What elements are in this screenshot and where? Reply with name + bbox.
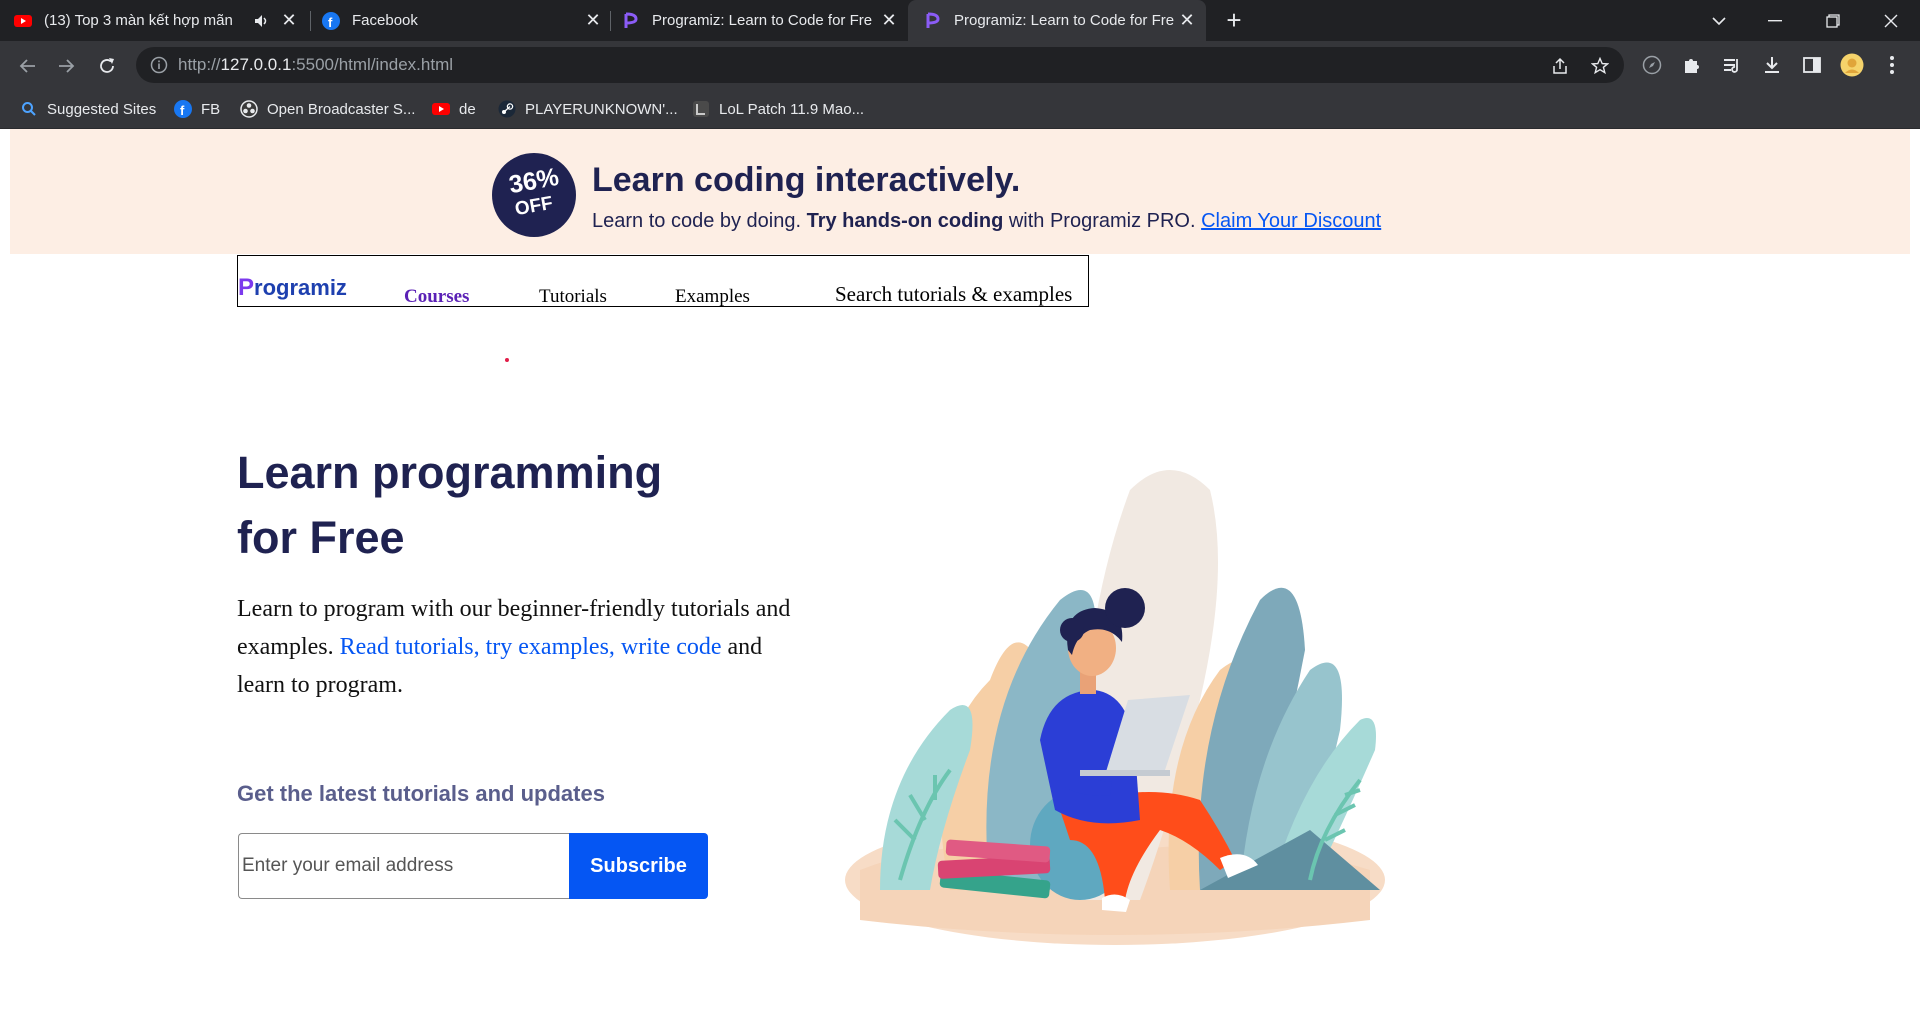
- bookmark-obs[interactable]: Open Broadcaster S...: [240, 98, 415, 120]
- side-panel-icon: [1803, 57, 1821, 73]
- promo-banner: 36% OFF Learn coding interactively. Lear…: [10, 129, 1910, 254]
- close-icon: [1884, 14, 1898, 27]
- close-window-button[interactable]: [1866, 0, 1916, 41]
- svg-text:f: f: [180, 103, 185, 118]
- forward-arrow-icon: [59, 59, 75, 73]
- downloads-button[interactable]: [1760, 53, 1784, 77]
- back-arrow-icon: [19, 59, 35, 73]
- restore-icon: [1826, 13, 1840, 28]
- youtube-icon: [14, 14, 32, 27]
- bookmark-suggested-sites[interactable]: Suggested Sites: [20, 98, 156, 120]
- back-button[interactable]: [14, 53, 40, 79]
- email-field[interactable]: [238, 833, 569, 899]
- download-icon: [1765, 57, 1779, 73]
- bookmark-label: LoL Patch 11.9 Mao...: [719, 100, 865, 118]
- read-tutorials-link[interactable]: Read tutorials, try examples, write code: [340, 634, 722, 660]
- bookmark-de[interactable]: de: [432, 98, 476, 120]
- subscribe-button[interactable]: Subscribe: [569, 833, 708, 899]
- hero-description: Learn to program with our beginner-frien…: [237, 596, 791, 698]
- tab-programiz-active[interactable]: Programiz: Learn to Code for Free ✕: [908, 0, 1206, 41]
- close-icon[interactable]: ✕: [880, 11, 898, 29]
- tab-separator: [310, 11, 311, 31]
- nav-tutorials-link[interactable]: Tutorials: [539, 286, 607, 308]
- site-navbar: Programiz Courses Tutorials Examples Sea…: [237, 255, 1089, 307]
- programiz-logo[interactable]: Programiz: [238, 274, 347, 302]
- minimize-button[interactable]: [1750, 0, 1800, 41]
- forward-button[interactable]: [54, 53, 80, 79]
- lol-icon: [693, 101, 709, 117]
- chevron-down-icon: [1712, 16, 1726, 25]
- bookmarks-bar: Suggested Sites f FB Open Broadcaster S.…: [0, 90, 1920, 129]
- tab-title: Programiz: Learn to Code for Free: [652, 12, 872, 29]
- banner-subtitle: Learn to code by doing. Try hands-on cod…: [592, 210, 1382, 232]
- tab-title: Facebook: [352, 12, 418, 29]
- tab-programiz[interactable]: Programiz: Learn to Code for Free ✕: [622, 0, 908, 41]
- menu-button[interactable]: [1880, 53, 1904, 77]
- restore-button[interactable]: [1808, 0, 1858, 41]
- youtube-icon: [432, 103, 450, 115]
- bookmark-pubg[interactable]: PLAYERUNKNOWN'...: [498, 98, 678, 120]
- speaker-icon[interactable]: [254, 13, 270, 29]
- bookmark-label: FB: [201, 100, 221, 118]
- nav-courses-link[interactable]: Courses: [404, 286, 469, 308]
- playlist-icon: [1724, 59, 1738, 73]
- reload-button[interactable]: [94, 53, 120, 79]
- media-controls-button[interactable]: [1720, 53, 1744, 77]
- close-icon[interactable]: ✕: [584, 11, 602, 29]
- close-icon[interactable]: ✕: [280, 11, 298, 29]
- claim-discount-link[interactable]: Claim Your Discount: [1201, 210, 1381, 232]
- address-bar[interactable]: http://127.0.0.1:5500/html/index.html: [136, 47, 1624, 83]
- tab-title: Programiz: Learn to Code for Free: [954, 12, 1174, 29]
- programiz-icon: [624, 12, 638, 28]
- steam-icon: [498, 100, 516, 118]
- browser-tab-strip: (13) Top 3 màn kết hợp mãn ✕ f Facebook …: [0, 0, 1920, 41]
- share-icon: [1553, 57, 1567, 74]
- avatar: [1840, 53, 1864, 77]
- extensions-button[interactable]: [1680, 53, 1704, 77]
- red-dot-marker: [505, 358, 509, 362]
- nav-examples-link[interactable]: Examples: [675, 286, 750, 308]
- bookmark-label: Suggested Sites: [47, 100, 157, 118]
- facebook-icon: f: [174, 100, 192, 118]
- side-panel-button[interactable]: [1800, 53, 1824, 77]
- banner-title: Learn coding interactively.: [592, 161, 1021, 199]
- hero-title: Learn programming for Free: [237, 447, 663, 563]
- tab-search-button[interactable]: [1694, 0, 1744, 41]
- bookmark-label: PLAYERUNKNOWN'...: [525, 100, 678, 118]
- bookmark-star-button[interactable]: [1590, 56, 1610, 76]
- tab-separator: [610, 11, 611, 31]
- new-tab-button[interactable]: +: [1222, 7, 1246, 33]
- browser-toolbar: http://127.0.0.1:5500/html/index.html: [0, 41, 1920, 90]
- share-button[interactable]: [1550, 56, 1570, 76]
- url-text: http://127.0.0.1:5500/html/index.html: [178, 55, 454, 74]
- kebab-menu-icon: [1890, 56, 1894, 74]
- compass-icon: [1642, 55, 1662, 75]
- minimize-icon: [1768, 19, 1782, 21]
- svg-text:f: f: [328, 15, 333, 30]
- info-icon[interactable]: [150, 56, 168, 74]
- search-tutorials-input[interactable]: Search tutorials & examples: [835, 282, 1072, 307]
- obs-icon: [240, 100, 258, 118]
- hero-illustration: [845, 470, 1385, 945]
- reload-icon: [100, 58, 114, 73]
- bookmark-lol-patch[interactable]: LoL Patch 11.9 Mao...: [692, 98, 864, 120]
- close-icon[interactable]: ✕: [1178, 11, 1196, 29]
- tab-facebook[interactable]: f Facebook ✕: [322, 0, 612, 41]
- tab-youtube[interactable]: (13) Top 3 màn kết hợp mãn ✕: [14, 0, 308, 41]
- bookmark-fb[interactable]: f FB: [174, 98, 220, 120]
- extension-compass[interactable]: [1640, 53, 1664, 77]
- discount-badge: 36% OFF: [492, 153, 576, 237]
- programiz-icon: [926, 12, 940, 28]
- star-icon: [1591, 57, 1609, 75]
- bookmark-label: Open Broadcaster S...: [267, 100, 416, 118]
- profile-button[interactable]: [1840, 53, 1864, 77]
- bookmark-label: de: [459, 100, 476, 118]
- tab-title: (13) Top 3 màn kết hợp mãn: [44, 12, 233, 29]
- newsletter-heading: Get the latest tutorials and updates: [237, 781, 605, 806]
- facebook-icon: f: [322, 11, 340, 30]
- puzzle-icon: [1685, 59, 1699, 73]
- search-icon: [22, 102, 36, 116]
